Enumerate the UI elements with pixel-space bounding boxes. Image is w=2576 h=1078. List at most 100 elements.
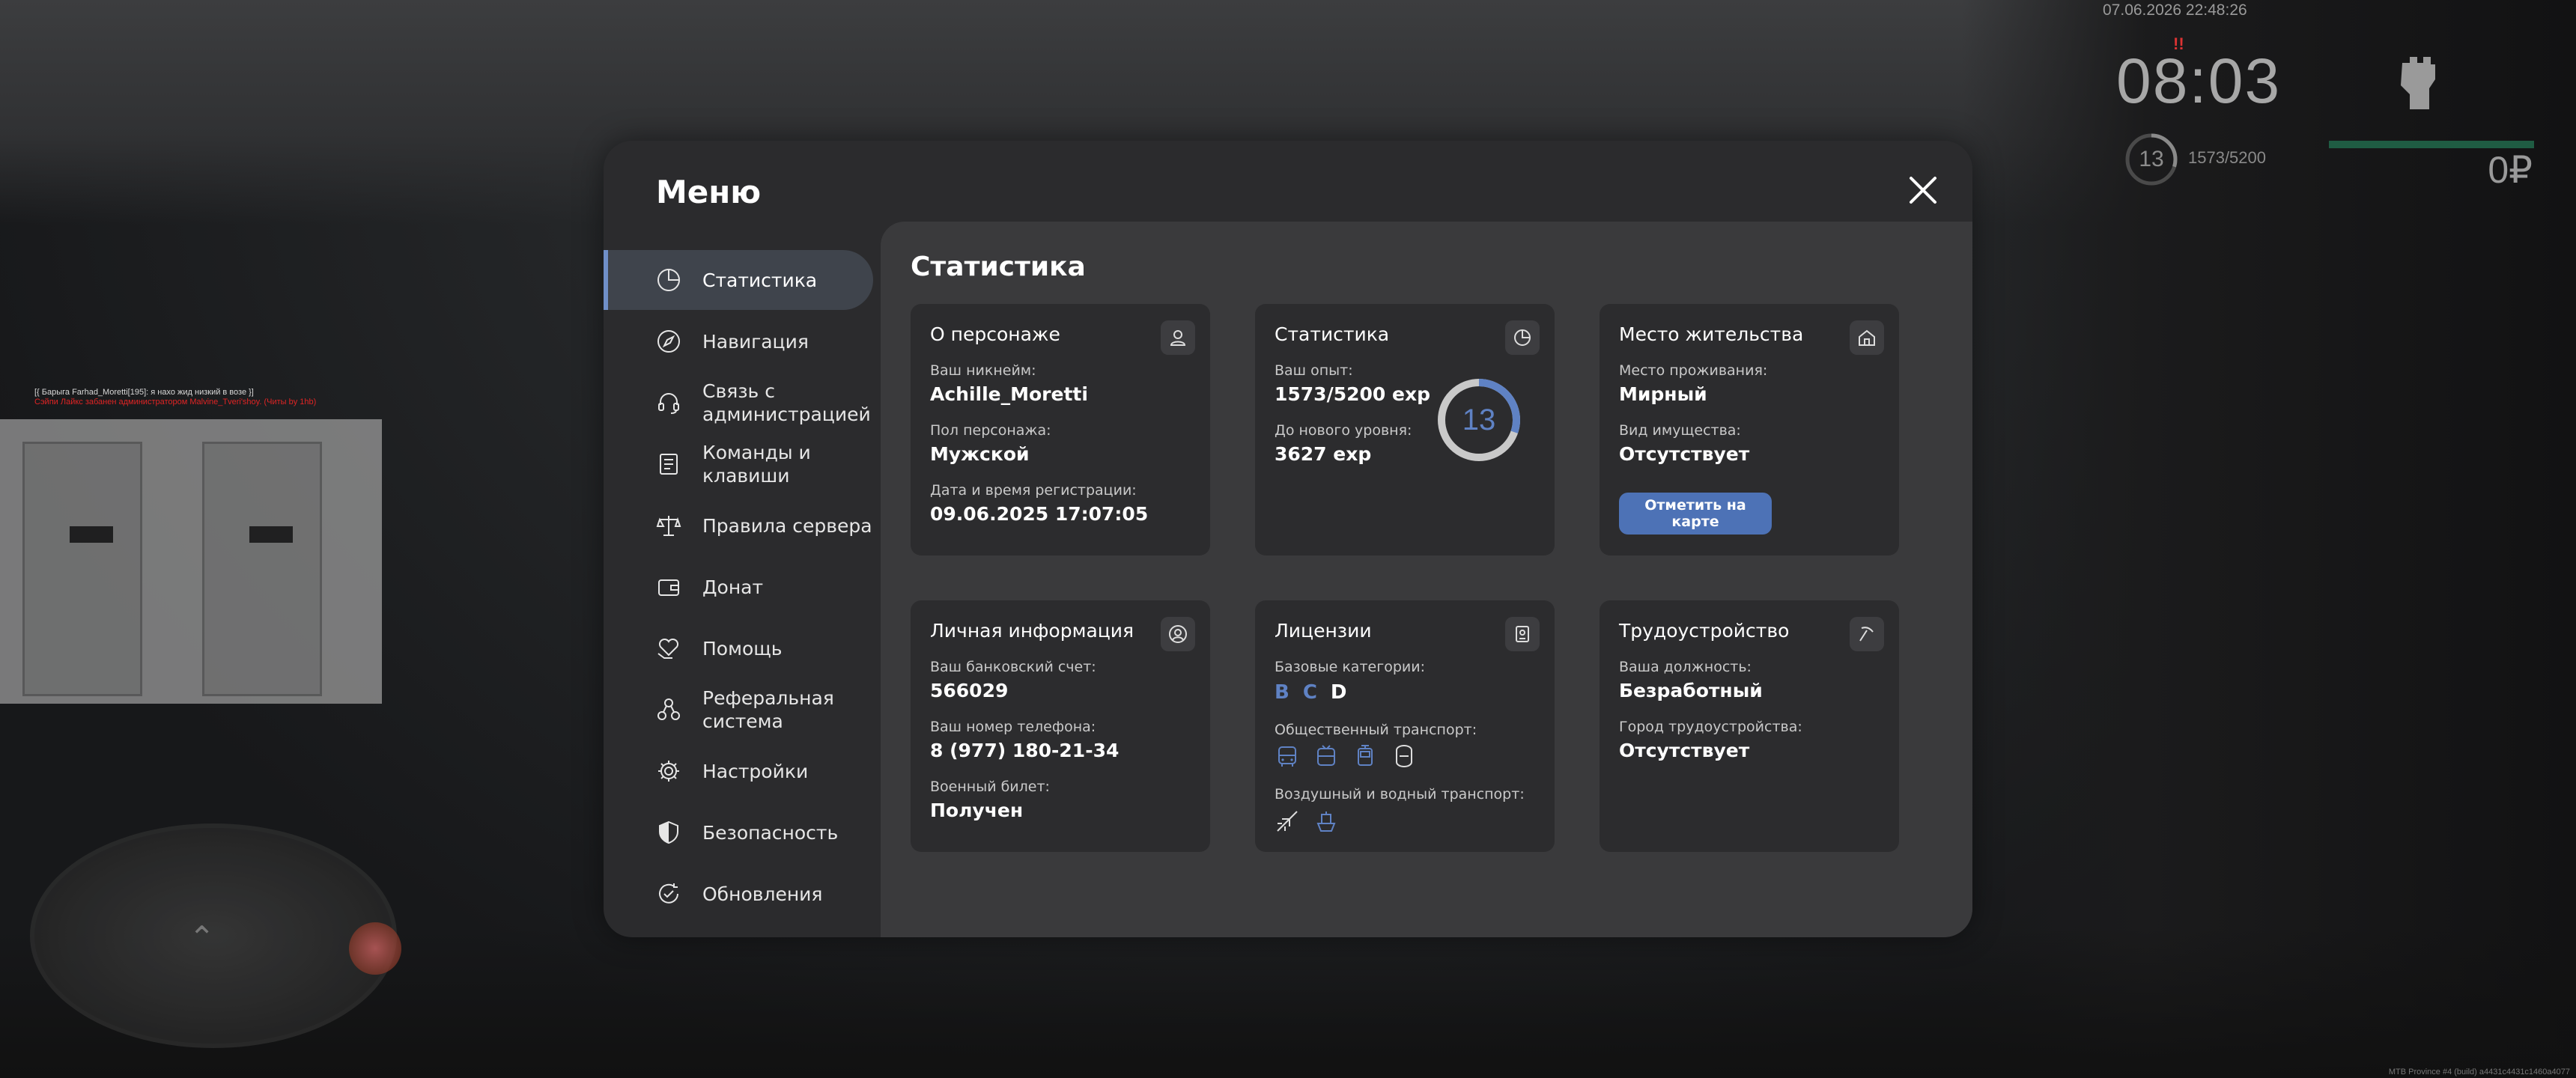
sidebar-item-security[interactable]: Безопасность xyxy=(604,803,873,862)
field-label: Место проживания: xyxy=(1619,362,1768,379)
gear-icon xyxy=(658,761,679,782)
refresh-check-icon xyxy=(659,883,678,904)
hud-datetime: 07.06.2026 22:48:26 xyxy=(2103,1,2247,19)
air-water-transport-field: Воздушный и водный транспорт: xyxy=(1275,786,1525,834)
field-label: Вид имущества: xyxy=(1619,422,1741,439)
sidebar-item-donate[interactable]: Донат xyxy=(604,557,873,617)
license-category-c: C xyxy=(1302,681,1317,704)
next-level-field: До нового уровня: 3627 exp xyxy=(1275,422,1412,465)
position-field: Ваша должность: Безработный xyxy=(1619,659,1763,701)
residence-card: Место жительства Место проживания: Мирны… xyxy=(1600,304,1899,555)
air-water-transport-icons xyxy=(1275,808,1525,834)
sidebar-item-updates[interactable]: Обновления xyxy=(604,864,873,924)
heart-hand-icon xyxy=(657,638,679,659)
gender-value: Мужской xyxy=(930,443,1030,465)
trolleybus-icon xyxy=(1317,745,1335,766)
base-categories-field: Базовые категории: B C D xyxy=(1275,659,1425,704)
wallet-icon xyxy=(658,579,679,596)
field-label: Пол персонажа: xyxy=(930,422,1051,439)
sidebar-item-label: Навигация xyxy=(702,330,809,353)
hud-health-bar xyxy=(2329,141,2534,148)
sidebar-nav: Статистика Навигация Связь с администрац… xyxy=(604,250,873,925)
content-panel: Статистика О персонаже Ваш никнейм: Achi… xyxy=(881,222,1972,937)
sidebar-item-rules[interactable]: Правила сервера xyxy=(604,496,873,555)
gender-field: Пол персонажа: Мужской xyxy=(930,422,1051,465)
sidebar-item-statistics[interactable]: Статистика xyxy=(604,250,873,310)
license-category-b: B xyxy=(1275,681,1289,704)
card-title: Место жительства xyxy=(1619,323,1804,345)
sidebar-item-label: Статистика xyxy=(702,269,818,291)
field-label: До нового уровня: xyxy=(1275,422,1412,439)
background-door xyxy=(22,442,142,696)
sidebar-item-referral[interactable]: Реферальная система xyxy=(604,680,873,740)
minimap-emblem-icon xyxy=(349,922,401,975)
sidebar-item-commands[interactable]: Команды и клавиши xyxy=(604,434,873,494)
position-value: Безработный xyxy=(1619,680,1763,701)
airplane-icon xyxy=(1277,811,1298,832)
level-progress-ring: 13 xyxy=(1435,376,1523,464)
nickname-value: Achille_Moretti xyxy=(930,383,1088,405)
card-title: О персонаже xyxy=(930,323,1060,345)
sidebar-item-label: Связь с администрацией xyxy=(702,380,871,425)
military-field: Военный билет: Получен xyxy=(930,779,1050,821)
menu-title: Меню xyxy=(656,174,762,210)
next-level-value: 3627 exp xyxy=(1275,443,1372,465)
card-title: Трудоустройство xyxy=(1619,620,1790,642)
registration-field: Дата и время регистрации: 09.06.2025 17:… xyxy=(930,482,1148,525)
referral-icon xyxy=(657,698,680,720)
sidebar-item-label: Команды и клавиши xyxy=(702,442,811,487)
close-icon[interactable] xyxy=(1907,174,1939,207)
hud-clock: 08:03 xyxy=(2116,46,2282,116)
shield-icon xyxy=(659,820,678,844)
field-label: Ваш номер телефона: xyxy=(930,719,1096,735)
hud-exp: 1573/5200 xyxy=(2188,148,2266,167)
metro-icon xyxy=(1396,745,1412,767)
field-label: Базовые категории: xyxy=(1275,659,1425,675)
chat-log: [{ Барыга Farhad_Moretti[195]: я нахо жи… xyxy=(34,388,316,407)
player-arrow-icon: ⌃ xyxy=(189,919,216,956)
card-title: Личная информация xyxy=(930,620,1134,642)
sidebar-item-navigation[interactable]: Навигация xyxy=(604,311,873,371)
bank-value: 566029 xyxy=(930,680,1009,701)
background-wall xyxy=(0,419,382,704)
property-value: Отсутствует xyxy=(1619,443,1750,465)
scales-icon xyxy=(656,516,681,536)
bus-icon xyxy=(1278,746,1296,767)
sidebar-item-label: Настройки xyxy=(702,760,809,782)
phone-field: Ваш номер телефона: 8 (977) 180-21-34 xyxy=(930,719,1119,761)
sidebar-item-help[interactable]: Помощь xyxy=(604,618,873,678)
build-info: MTB Province #4 (build) a4431c4431c1460a… xyxy=(2388,1068,2570,1077)
mark-on-map-button[interactable]: Отметить на карте xyxy=(1619,493,1772,535)
card-title: Лицензии xyxy=(1275,620,1372,642)
sidebar-item-label: Безопасность xyxy=(702,821,839,844)
personal-card: Личная информация Ваш банковский счет: 5… xyxy=(911,600,1210,852)
field-label: Общественный транспорт: xyxy=(1275,722,1477,738)
bank-field: Ваш банковский счет: 566029 xyxy=(930,659,1096,701)
pie-chart-icon xyxy=(1505,320,1540,355)
fist-icon xyxy=(2401,57,2435,109)
background-right-wall xyxy=(1962,0,2576,1078)
work-city-field: Город трудоустройства: Отсутствует xyxy=(1619,719,1802,761)
house-icon xyxy=(1850,320,1884,355)
exp-field: Ваш опыт: 1573/5200 exp xyxy=(1275,362,1430,405)
field-label: Ваш никнейм: xyxy=(930,362,1036,379)
public-transport-icons xyxy=(1275,744,1477,770)
field-label: Ваша должность: xyxy=(1619,659,1752,675)
license-categories: B C D xyxy=(1275,681,1425,704)
pie-chart-icon xyxy=(657,269,680,291)
hud-level: 13 xyxy=(2139,147,2164,171)
sidebar-item-admin-contact[interactable]: Связь с администрацией xyxy=(604,373,873,433)
chat-line: [{ Барыга Farhad_Moretti[195]: я нахо жи… xyxy=(34,388,254,397)
field-label: Дата и время регистрации: xyxy=(930,482,1137,499)
phone-value: 8 (977) 180-21-34 xyxy=(930,740,1120,761)
user-icon xyxy=(1161,320,1195,355)
licenses-card: Лицензии Базовые категории: B C D Общест… xyxy=(1255,600,1555,852)
menu-modal: Меню Статистика Навигация Связь с админи… xyxy=(604,141,1972,937)
place-value: Мирный xyxy=(1619,383,1707,405)
sidebar-item-label: Обновления xyxy=(702,883,823,905)
card-title: Статистика xyxy=(1275,323,1390,345)
sidebar-item-settings[interactable]: Настройки xyxy=(604,741,873,801)
field-label: Город трудоустройства: xyxy=(1619,719,1802,735)
user-circle-icon xyxy=(1161,617,1195,651)
pickaxe-icon xyxy=(1850,617,1884,651)
